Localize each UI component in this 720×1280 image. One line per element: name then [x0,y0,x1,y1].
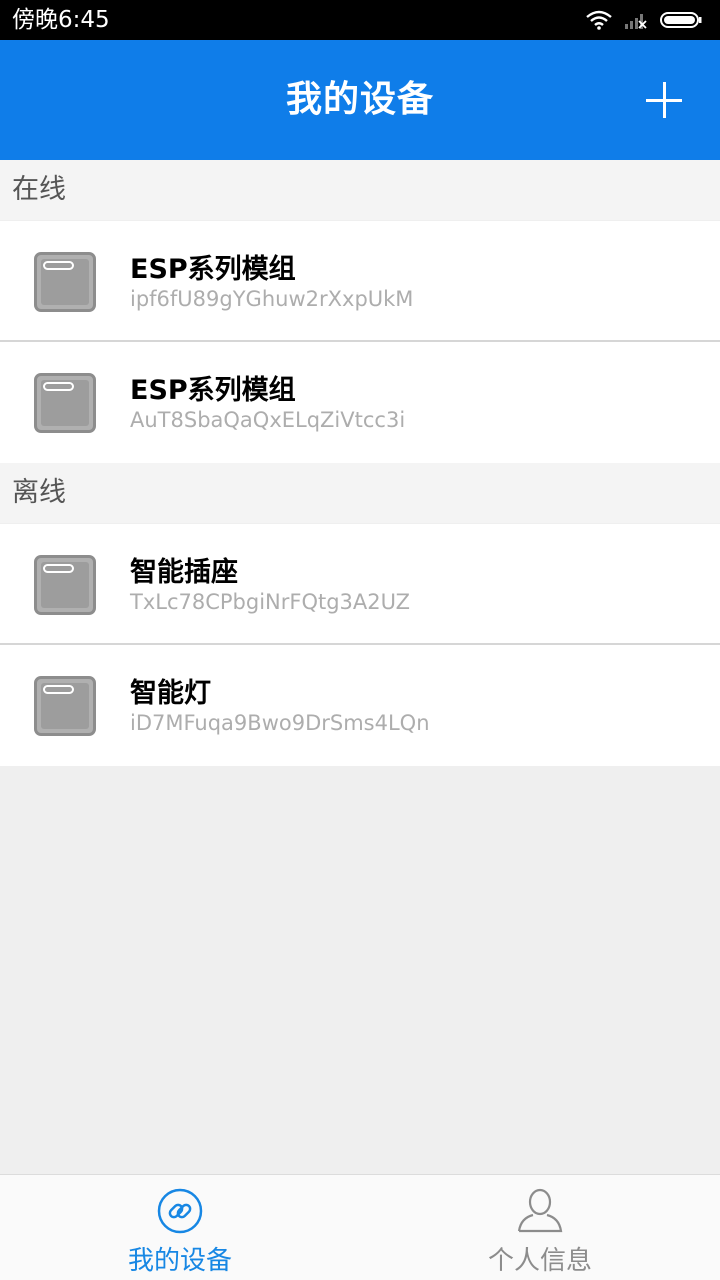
wifi-icon [586,10,612,30]
device-row[interactable]: 智能灯 iD7MFuqa9Bwo9DrSms4LQn [0,645,720,766]
device-module-icon [34,555,96,615]
status-icons [586,8,702,32]
signal-icon [625,14,647,29]
device-name: ESP系列模组 [130,375,296,406]
page-title: 我的设备 [285,79,434,120]
battery-icon [660,12,702,28]
device-id: TxLc78CPbgiNrFQtg3A2UZ [130,590,411,614]
device-row[interactable]: ESP系列模组 ipf6fU89gYGhuw2rXxpUkM [0,221,720,342]
app-bar: 我的设备 [0,40,720,160]
tab-label: 我的设备 [127,1246,232,1276]
device-module-icon [34,252,96,312]
tab-label: 个人信息 [487,1246,592,1276]
bottom-nav: 我的设备 个人信息 [0,1174,720,1280]
device-row[interactable]: ESP系列模组 AuT8SbaQaQxELqZiVtcc3i [0,342,720,463]
person-icon [517,1188,563,1233]
device-module-icon [34,676,96,736]
tab-my-devices[interactable]: 我的设备 [0,1175,360,1280]
device-name: 智能灯 [130,678,211,709]
device-id: AuT8SbaQaQxELqZiVtcc3i [130,408,406,432]
section-header-offline: 离线 [0,463,720,523]
device-id: iD7MFuqa9Bwo9DrSms4LQn [130,711,430,735]
status-time: 傍晚6:45 [12,7,110,33]
link-icon [157,1188,203,1234]
status-bar: 傍晚6:45 [0,0,720,40]
device-id: ipf6fU89gYGhuw2rXxpUkM [130,287,414,311]
tab-personal-info[interactable]: 个人信息 [360,1175,720,1280]
add-device-button[interactable] [646,82,682,118]
device-name: ESP系列模组 [130,254,296,285]
device-row[interactable]: 智能插座 TxLc78CPbgiNrFQtg3A2UZ [0,524,720,645]
section-header-online: 在线 [0,160,720,220]
device-module-icon [34,373,96,433]
device-name: 智能插座 [130,557,238,588]
